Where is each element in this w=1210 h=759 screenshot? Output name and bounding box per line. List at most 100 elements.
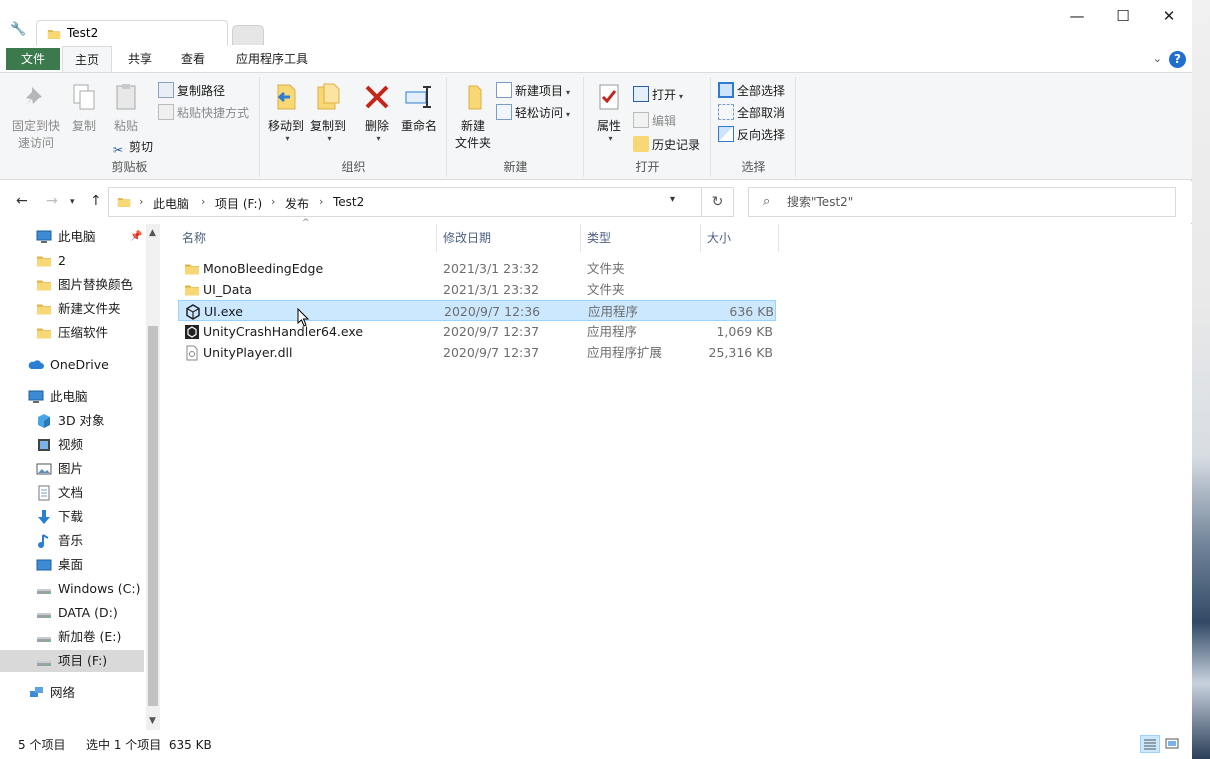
nav-item-this-pc-pinned[interactable]: 此电脑 📌 bbox=[0, 226, 144, 248]
nav-item-network[interactable]: 网络 bbox=[0, 682, 144, 704]
folder-icon bbox=[36, 301, 52, 317]
breadcrumb-this-pc[interactable]: 此电脑 bbox=[153, 195, 189, 212]
nav-item-desktop[interactable]: 桌面 bbox=[0, 554, 144, 576]
nav-item-music[interactable]: 音乐 bbox=[0, 530, 144, 552]
help-icon[interactable]: ? bbox=[1169, 51, 1186, 68]
column-header-size[interactable]: 大小 bbox=[701, 224, 779, 252]
nav-item-drive-f[interactable]: 项目 (F:) bbox=[0, 650, 144, 672]
desktop-background bbox=[1192, 0, 1210, 759]
column-header-date[interactable]: 修改日期 bbox=[437, 224, 581, 252]
nav-item-downloads[interactable]: 下载 bbox=[0, 506, 144, 528]
select-none-button[interactable]: 全部取消 bbox=[718, 103, 785, 123]
breadcrumb-separator-icon[interactable]: › bbox=[139, 195, 143, 208]
ribbon-collapse-chevron-icon[interactable]: ⌄ bbox=[1153, 52, 1162, 65]
address-bar[interactable]: › 此电脑 › 项目 (F:) › 发布 › Test2 bbox=[108, 187, 702, 217]
file-date: 2021/3/1 23:32 bbox=[443, 282, 540, 297]
copy-button[interactable]: 复制 bbox=[66, 81, 102, 134]
folder-icon bbox=[36, 325, 52, 341]
edit-button[interactable]: 编辑 bbox=[633, 111, 676, 131]
new-item-button[interactable]: 新建项目 ▾ bbox=[496, 81, 570, 101]
nav-item-onedrive[interactable]: OneDrive bbox=[0, 354, 144, 376]
nav-item-folder-image-color[interactable]: 图片替换颜色 bbox=[0, 274, 144, 296]
large-icons-view-icon[interactable] bbox=[1163, 735, 1183, 753]
tab-file[interactable]: 文件 bbox=[6, 48, 60, 70]
pin-to-quick-access-button[interactable]: 固定到快 速访问 bbox=[8, 81, 64, 151]
nav-item-drive-e[interactable]: 新加卷 (E:) bbox=[0, 626, 144, 648]
scrollbar-thumb[interactable] bbox=[148, 326, 158, 706]
copy-path-button[interactable]: 复制路径 bbox=[158, 81, 225, 101]
breadcrumb-test2[interactable]: Test2 bbox=[333, 195, 364, 209]
ribbon: 固定到快 速访问 复制 粘贴 复制路径 粘贴快捷方式 ✂ 剪切 剪贴板 移动到 … bbox=[0, 72, 1192, 180]
window-tab-test2[interactable]: Test2 bbox=[36, 20, 228, 46]
column-header-name[interactable]: 名称 bbox=[176, 224, 437, 252]
address-history-chevron-icon[interactable]: ▾ bbox=[670, 194, 675, 205]
breadcrumb-separator-icon[interactable]: › bbox=[271, 195, 275, 208]
up-arrow-icon[interactable]: ↑ bbox=[90, 193, 102, 209]
paste-shortcut-button[interactable]: 粘贴快捷方式 bbox=[158, 103, 249, 123]
scroll-down-arrow-icon[interactable]: ▼ bbox=[149, 716, 156, 726]
column-header-type[interactable]: 类型 bbox=[581, 224, 701, 252]
pin-icon[interactable]: 📌 bbox=[130, 226, 142, 248]
forward-arrow-icon[interactable]: → bbox=[46, 193, 58, 209]
breadcrumb-publish[interactable]: 发布 bbox=[285, 195, 309, 212]
tab-share[interactable]: 共享 bbox=[114, 46, 166, 72]
delete-button[interactable]: 删除 ▾ bbox=[359, 81, 395, 143]
paste-button[interactable]: 粘贴 bbox=[108, 81, 144, 134]
nav-item-videos[interactable]: 视频 bbox=[0, 434, 144, 456]
file-row-ui-exe[interactable]: UI.exe 2020/9/7 12:36 应用程序 636 KB bbox=[178, 300, 776, 321]
tab-application-tools[interactable]: 应用程序工具 bbox=[226, 46, 318, 72]
recent-locations-chevron-icon[interactable]: ▾ bbox=[70, 197, 75, 207]
copy-path-label: 复制路径 bbox=[177, 84, 226, 98]
nav-item-pictures[interactable]: 图片 bbox=[0, 458, 144, 480]
nav-item-folder-new-folder[interactable]: 新建文件夹 bbox=[0, 298, 144, 320]
nav-item-folder-compress[interactable]: 压缩软件 bbox=[0, 322, 144, 344]
new-tab-button[interactable] bbox=[232, 25, 264, 45]
nav-item-folder-2[interactable]: 2 bbox=[0, 250, 144, 272]
details-view-icon[interactable] bbox=[1140, 735, 1160, 753]
search-box[interactable]: ⌕ bbox=[748, 187, 1176, 217]
file-row-monobleedingedge[interactable]: MonoBleedingEdge 2021/3/1 23:32 文件夹 bbox=[178, 258, 776, 279]
close-button[interactable]: ✕ bbox=[1146, 0, 1192, 32]
open-button[interactable]: 打开 ▾ bbox=[633, 85, 683, 105]
quick-access-toolbar-icon[interactable]: 🔧 bbox=[10, 22, 26, 37]
scroll-up-arrow-icon[interactable]: ▲ bbox=[149, 228, 156, 238]
nav-item-drive-d[interactable]: DATA (D:) bbox=[0, 602, 144, 624]
nav-item-label: 网络 bbox=[50, 685, 76, 700]
move-to-dropdown-icon: ▾ bbox=[285, 134, 290, 143]
navigation-pane: 此电脑 📌 2 图片替换颜色 新建文件夹 压缩软件 OneDrive 此电脑 3… bbox=[0, 224, 160, 730]
tab-home[interactable]: 主页 bbox=[62, 46, 112, 72]
file-size: 1,069 KB bbox=[716, 324, 773, 339]
maximize-button[interactable]: ☐ bbox=[1100, 0, 1146, 32]
properties-icon bbox=[599, 84, 619, 110]
invert-selection-button[interactable]: 反向选择 bbox=[718, 125, 785, 145]
file-row-ui-data[interactable]: UI_Data 2021/3/1 23:32 文件夹 bbox=[178, 279, 776, 300]
breadcrumb-separator-icon[interactable]: › bbox=[201, 195, 205, 208]
move-to-label: 移动到 bbox=[267, 119, 304, 133]
breadcrumb-drive-f[interactable]: 项目 (F:) bbox=[215, 195, 262, 212]
nav-item-this-pc[interactable]: 此电脑 bbox=[0, 386, 144, 408]
new-folder-button[interactable]: 新建 文件夹 bbox=[452, 81, 494, 151]
search-input[interactable] bbox=[787, 193, 1167, 211]
easy-access-button[interactable]: 轻松访问 ▾ bbox=[496, 103, 570, 123]
edit-icon bbox=[633, 112, 649, 128]
refresh-icon[interactable]: ↻ bbox=[702, 187, 734, 217]
properties-button[interactable]: 属性 ▾ bbox=[591, 81, 627, 143]
properties-dropdown-icon: ▾ bbox=[608, 134, 613, 143]
file-row-unitycrashhandler64[interactable]: UnityCrashHandler64.exe 2020/9/7 12:37 应… bbox=[178, 321, 776, 342]
minimize-button[interactable]: — bbox=[1054, 0, 1100, 32]
drive-icon bbox=[36, 581, 52, 597]
back-arrow-icon[interactable]: ← bbox=[16, 193, 28, 209]
nav-item-documents[interactable]: 文档 bbox=[0, 482, 144, 504]
tab-view[interactable]: 查看 bbox=[168, 46, 218, 72]
cut-button[interactable]: ✂ 剪切 bbox=[110, 137, 153, 157]
nav-pane-scrollbar[interactable]: ▲ ▼ bbox=[146, 224, 160, 730]
rename-button[interactable]: 重命名 bbox=[397, 81, 441, 134]
nav-item-drive-c[interactable]: Windows (C:) bbox=[0, 578, 144, 600]
file-row-unityplayer-dll[interactable]: UnityPlayer.dll 2020/9/7 12:37 应用程序扩展 25… bbox=[178, 342, 776, 363]
nav-item-3d-objects[interactable]: 3D 对象 bbox=[0, 410, 144, 432]
select-all-button[interactable]: 全部选择 bbox=[718, 81, 785, 101]
breadcrumb-separator-icon[interactable]: › bbox=[319, 195, 323, 208]
move-to-button[interactable]: 移动到 ▾ bbox=[265, 81, 307, 143]
history-button[interactable]: 历史记录 bbox=[633, 135, 700, 155]
copy-to-button[interactable]: 复制到 ▾ bbox=[307, 81, 349, 143]
